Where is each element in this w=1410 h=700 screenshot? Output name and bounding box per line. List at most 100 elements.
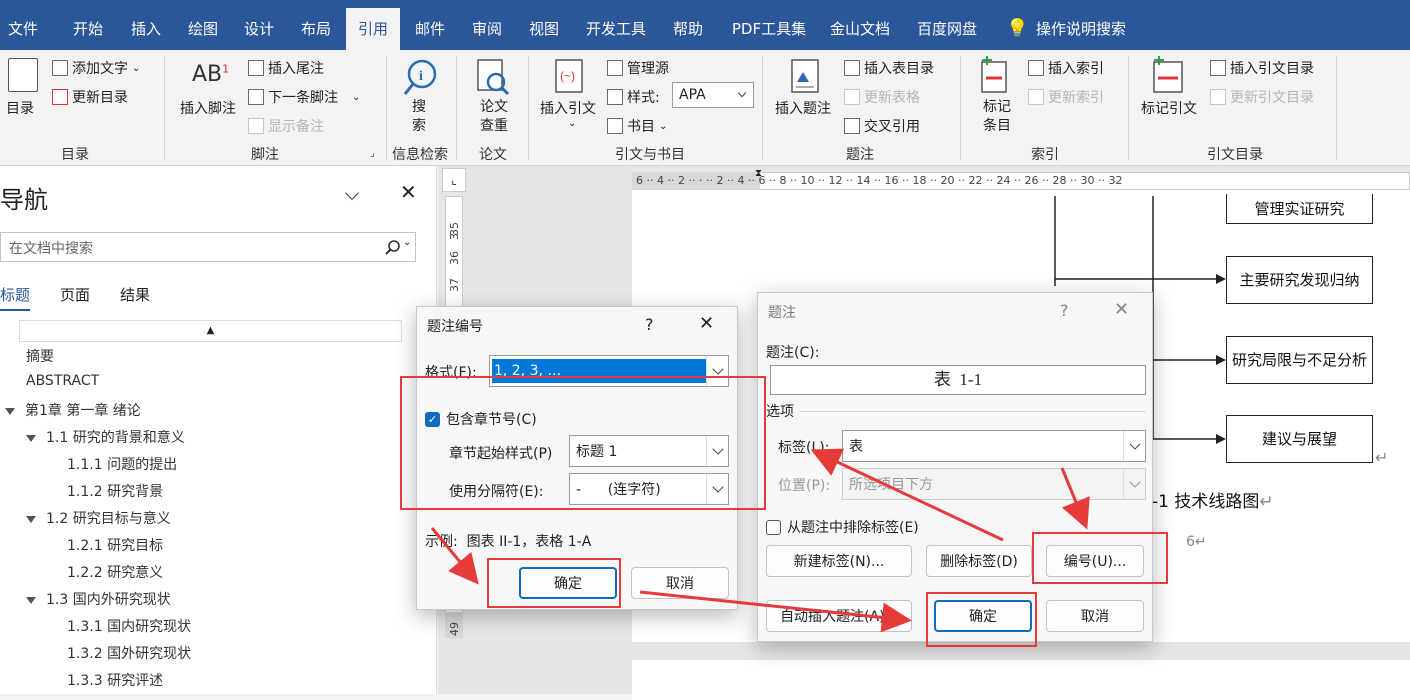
toc-button[interactable]: 目录 (6, 98, 34, 118)
nav-heading-item[interactable]: ABSTRACT (26, 373, 99, 389)
nav-title: 导航 (0, 186, 48, 214)
autocaption-button[interactable]: 自动插入题注(A)... (766, 600, 912, 632)
nav-heading-item[interactable]: 1.3 国内外研究现状 (26, 589, 171, 609)
tab-headings[interactable]: 标题 (0, 284, 31, 311)
nav-search-input[interactable]: 在文档中搜索 ⌄ (0, 232, 416, 262)
nav-heading-item[interactable]: 1.3.3 研究评述 (67, 670, 163, 690)
group-label-research: 信息检索 (392, 147, 448, 163)
chevron-down-icon (1123, 431, 1145, 461)
navigation-pane: 导航 ✕ 在文档中搜索 ⌄ 标题 页面 结果 ▲ 摘要 ABSTRACT 第1章… (0, 166, 437, 694)
update-toa-button[interactable]: 更新引文目录 (1210, 87, 1314, 107)
show-notes-icon (248, 118, 264, 134)
toc-icon (8, 58, 38, 92)
cancel-button[interactable]: 取消 (1046, 600, 1144, 632)
insert-toa-button[interactable]: 插入引文目录 (1210, 58, 1314, 78)
checkbox-icon (766, 519, 781, 535)
mark-citation-icon (1153, 56, 1183, 93)
ruler-label: 49 (448, 622, 461, 636)
group-label-captions: 题注 (846, 147, 874, 163)
nav-heading-item[interactable]: 1.3.1 国内研究现状 (67, 616, 191, 636)
group-separator (164, 56, 165, 160)
help-icon[interactable]: ? (1060, 301, 1069, 320)
document-page[interactable] (632, 660, 1410, 700)
group-separator (1128, 56, 1129, 160)
highlight-box (1032, 532, 1168, 584)
citation-style-select[interactable]: APA (672, 82, 754, 108)
collapse-icon[interactable] (26, 515, 36, 523)
nav-heading-item[interactable]: 1.2.1 研究目标 (67, 535, 163, 555)
caption-text-input[interactable]: 表 1-1 (770, 365, 1146, 395)
scroll-up-bar[interactable]: ▲ (19, 320, 402, 342)
bibliography-button[interactable]: 书目 ⌄ (607, 116, 667, 136)
update-toa-icon (1210, 89, 1226, 105)
update-index-button[interactable]: 更新索引 (1028, 87, 1104, 107)
close-icon[interactable]: ✕ (400, 180, 417, 204)
insert-index-button[interactable]: 插入索引 (1028, 58, 1104, 78)
flowchart-box: 建议与展望 (1226, 415, 1373, 463)
insert-footnote-button[interactable]: 插入脚注 (180, 98, 236, 118)
mark-citation-button[interactable]: 标记引文 (1141, 98, 1197, 118)
label-select[interactable]: 表 (842, 430, 1146, 462)
exclude-label-checkbox[interactable]: 从题注中排除标签(E) (766, 517, 919, 537)
footnote-icon: AB1 (192, 62, 230, 87)
close-icon[interactable]: ✕ (1114, 299, 1129, 320)
new-label-button[interactable]: 新建标签(N)... (766, 545, 912, 577)
nav-heading-item[interactable]: 1.2.2 研究意义 (67, 562, 163, 582)
figure-caption: -1 技术线路图↵ (1152, 492, 1274, 512)
flowchart-box: 研究局限与不足分析 (1226, 336, 1373, 384)
update-toc-button[interactable]: 更新目录 (52, 87, 128, 107)
insert-tof-button[interactable]: 插入表目录 (844, 58, 934, 78)
search-button[interactable]: 搜索 (412, 98, 426, 136)
group-separator (386, 56, 387, 160)
group-separator (762, 56, 763, 160)
chevron-down-icon (731, 83, 753, 107)
tab-pages[interactable]: 页面 (60, 284, 90, 305)
close-icon[interactable]: ✕ (699, 313, 714, 334)
manage-sources-button[interactable]: 管理源 (607, 58, 669, 78)
citation-style-label: 样式: (607, 87, 660, 107)
bibliography-icon (607, 118, 623, 134)
nav-heading-item[interactable]: 1.3.2 国外研究现状 (67, 643, 191, 663)
table-of-figures-icon (844, 60, 860, 76)
caption-dialog: 题注 ? ✕ 题注(C): 表 1-1 选项 标签(L): 表 位置(P): 所… (757, 292, 1153, 642)
group-label-index: 索引 (1031, 147, 1059, 163)
next-footnote-icon (248, 89, 264, 105)
insert-caption-button[interactable]: 插入题注 (775, 98, 831, 118)
insert-endnote-button[interactable]: 插入尾注 (248, 58, 324, 78)
collapse-icon[interactable] (26, 434, 36, 442)
help-icon[interactable]: ? (645, 315, 654, 334)
dialog-launcher-icon[interactable]: ⌟ (370, 148, 375, 159)
show-notes-button[interactable]: 显示备注 (248, 116, 324, 136)
next-footnote-button[interactable]: 下一条脚注 ⌄ (248, 87, 360, 107)
collapse-icon[interactable] (26, 596, 36, 604)
add-text-button[interactable]: 添加文字 ⌄ (52, 58, 140, 78)
cancel-button[interactable]: 取消 (631, 567, 729, 599)
chevron-down-icon[interactable] (344, 182, 360, 203)
nav-heading-item[interactable]: 第1章 第一章 绪论 (5, 400, 141, 420)
paper-check-button[interactable]: 论文查重 (478, 98, 510, 136)
nav-heading-item[interactable]: 1.1 研究的背景和意义 (26, 427, 185, 447)
insert-citation-button[interactable]: 插入引文 (540, 98, 596, 118)
nav-heading-item[interactable]: 摘要 (26, 346, 54, 366)
add-text-icon (52, 60, 68, 76)
nav-heading-item[interactable]: 1.2 研究目标与意义 (26, 508, 171, 528)
search-icon (385, 240, 400, 255)
group-separator (528, 56, 529, 160)
tab-results[interactable]: 结果 (120, 284, 150, 305)
ruler-labels: 6 ·· 4 ·· 2 ·· · ·· 2 ·· 4 ·· 6 ·· 8 ·· … (636, 174, 1123, 187)
chevron-down-icon: ⌄ (403, 237, 412, 248)
update-toc-icon (52, 89, 68, 105)
nav-heading-item[interactable]: 1.1.1 问题的提出 (67, 454, 177, 474)
position-label: 位置(P): (778, 478, 831, 494)
paper-check-icon (477, 59, 510, 96)
position-select[interactable]: 所选项目下方 (842, 468, 1146, 500)
delete-label-button[interactable]: 删除标签(D) (926, 545, 1032, 577)
mark-entry-button[interactable]: 标记条目 (982, 98, 1012, 136)
collapse-icon[interactable] (5, 407, 15, 415)
update-table-button[interactable]: 更新表格 (844, 87, 920, 107)
cross-reference-icon (844, 118, 860, 134)
tab-selector-icon[interactable]: ⌞ (442, 168, 466, 192)
search-icon: i (403, 59, 437, 95)
nav-heading-item[interactable]: 1.1.2 研究背景 (67, 481, 163, 501)
cross-reference-button[interactable]: 交叉引用 (844, 116, 920, 136)
